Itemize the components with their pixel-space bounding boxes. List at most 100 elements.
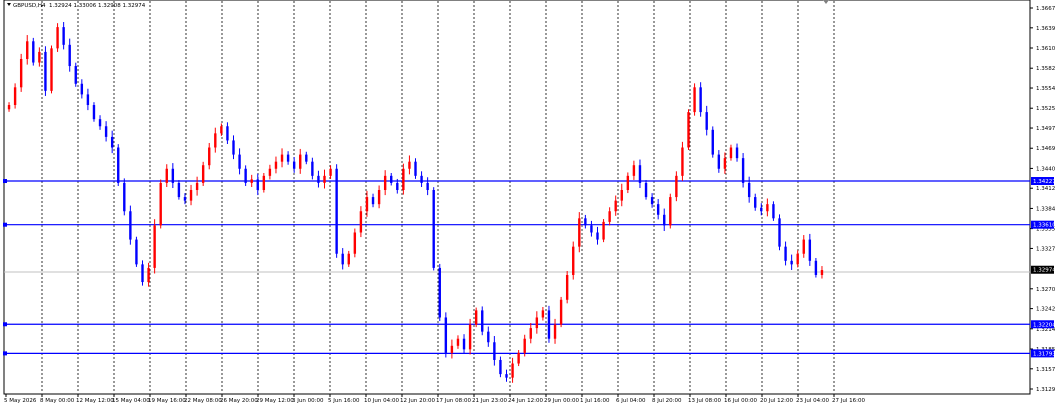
candle-body [468,324,472,350]
level-handle[interactable] [3,351,7,356]
candle-body [772,204,775,219]
time-tick-label: 5 May 2026 [4,398,37,404]
candle-body [523,338,526,353]
candle-body [201,165,205,183]
candle-body [38,51,41,63]
candle-body [432,190,435,268]
candle-body [796,253,799,265]
horizontal-levels[interactable] [3,179,1030,356]
candle-body [347,253,350,265]
time-tick-label: 1 Jul 16:00 [580,398,610,404]
candle-body [723,158,727,169]
candle-body [584,218,587,226]
time-tick-label: 3 Jun 00:00 [292,398,324,404]
candle-body [590,225,593,233]
candle-body [814,260,818,275]
candle-body [414,161,417,176]
candle-body [675,175,678,198]
level-handle[interactable] [3,222,7,227]
level-handle[interactable] [3,179,7,184]
candle-body [335,168,338,254]
symbol-label: GBPUSD,H4 [13,3,46,9]
candle-body [735,147,739,159]
candle-body [7,105,11,110]
chevron-down-icon[interactable] [7,3,11,6]
price-tick-label: 1.34690 [1036,146,1055,152]
candle-body [195,182,199,191]
candle-body [323,175,326,183]
candle-body [420,175,423,183]
level-price-text: 1.34227 [1033,179,1055,185]
candle-body [505,374,508,378]
candle-body [669,197,672,226]
candle-body [177,182,181,198]
current-price-text: 1.32974 [1033,268,1055,274]
candle-body [341,253,344,265]
candle-body [754,197,757,208]
time-tick-label: 16 Jul 00:00 [724,398,757,404]
header: GBPUSD,H4 1.32924 1.33006 1.32908 1.3297… [7,3,146,9]
candle-body [280,154,284,162]
candle-body [784,246,787,261]
candle-body [189,190,193,201]
price-chart[interactable]: 1.36670 1.36390 1.36105 1.35820 1.35540 1.352… [0,0,1055,405]
candle-body [444,317,448,353]
candle-body [481,310,484,332]
time-tick-label: 8 Jul 20:00 [652,398,682,404]
time-tick-label: 8 May 00:00 [40,398,75,404]
price-tick-label: 1.31575 [1036,367,1055,373]
time-tick-label: 29 Jun 00:00 [544,398,579,404]
candle-body [426,182,429,191]
time-tick-label: 12 Jun 20:00 [400,398,435,404]
candle-body [329,168,332,176]
price-axis: 1.36670 1.36390 1.36105 1.35820 1.35540 1.352… [1030,6,1055,393]
level-handle[interactable] [3,322,7,327]
candle-body [153,225,156,268]
candle-body [353,232,357,254]
candle-body [244,168,247,183]
chart-frame [3,0,1031,395]
candle-body [614,200,617,212]
candle-body [693,87,696,113]
candle-body [638,165,642,183]
candle-body [317,175,320,183]
price-tick-label: 1.34975 [1036,126,1055,132]
price-tick-label: 1.31290 [1036,387,1055,393]
price-tick-label: 1.35255 [1036,106,1055,112]
candle-body [13,87,17,106]
candle-body [699,87,702,113]
candle-body [171,168,175,183]
time-tick-label: 10 Jun 04:00 [364,398,399,404]
time-tick-label: 27 Jul 16:00 [832,398,865,404]
time-tick-label: 22 May 08:00 [184,398,222,404]
candle-body [729,147,733,159]
candle-body [656,204,660,215]
candle-body [450,345,454,353]
candle-body [214,133,217,148]
candle-body [359,211,363,233]
candle-body [292,161,296,169]
candle-body [790,260,793,265]
price-tick-label: 1.33275 [1036,246,1055,252]
time-tick-label: 5 Jun 16:00 [328,398,360,404]
candle-body [578,218,581,247]
candle-body [626,175,630,191]
candle-body [159,182,162,226]
shift-marker-icon[interactable] [823,0,829,4]
level-price-text: 1.33610 [1033,223,1055,229]
candle-body [717,154,721,169]
price-tick-label: 1.34405 [1036,166,1055,172]
candle-body [396,182,399,191]
candle-body [129,211,132,240]
candle-body [110,136,114,148]
time-tick-label: 29 May 12:00 [256,398,294,404]
candle-body [766,204,769,212]
candle-body [820,270,824,275]
candle-body [547,310,551,339]
candle-body [183,197,187,201]
candle-body [238,154,241,169]
time-tick-label: 24 Jun 12:00 [508,398,543,404]
candle-body [778,218,781,247]
candle-body [499,359,502,375]
candle-body [311,161,314,176]
